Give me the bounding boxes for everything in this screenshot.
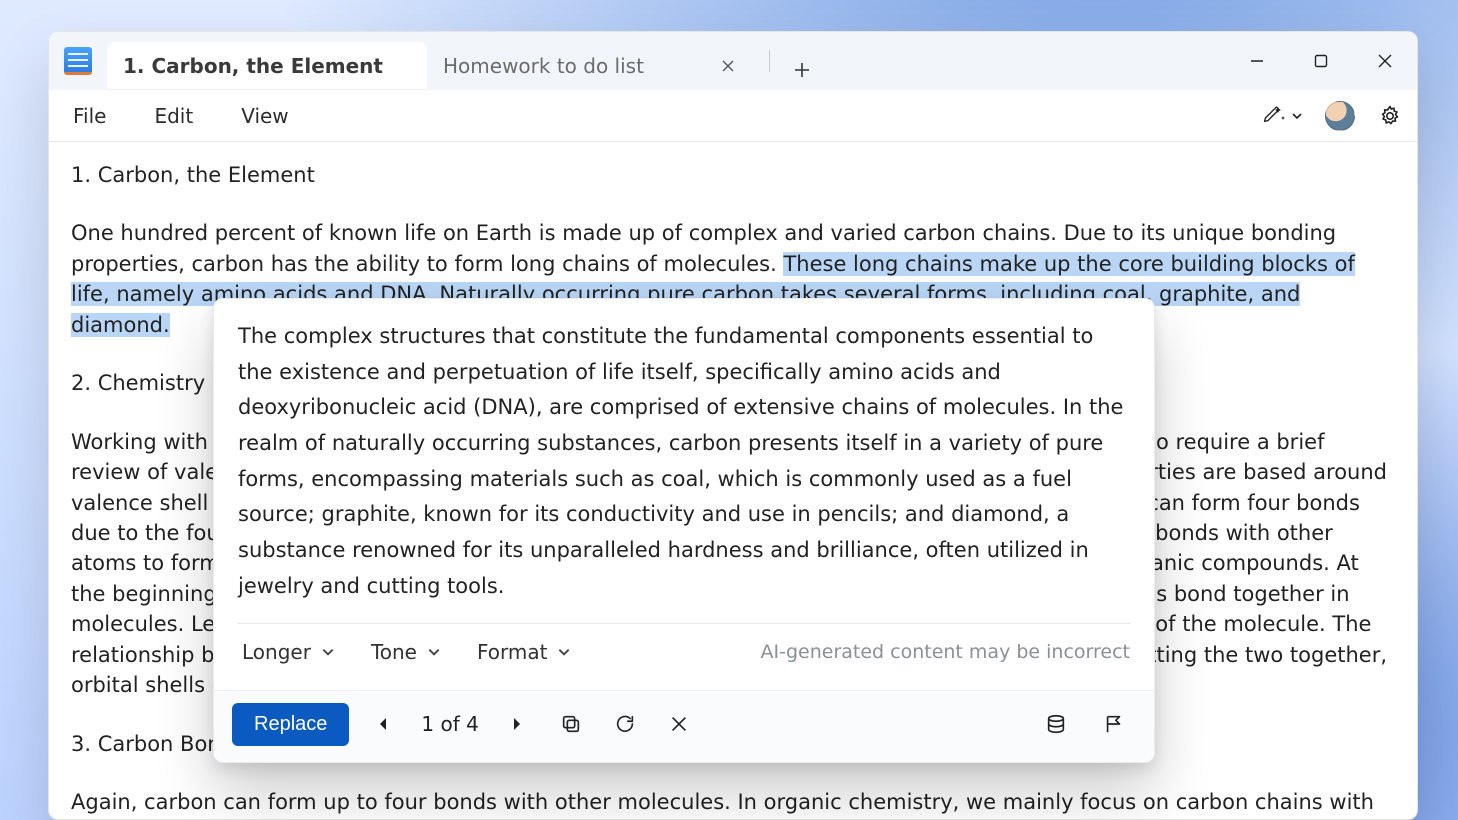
doc-para-3: Again, carbon can form up to four bonds … bbox=[71, 787, 1395, 819]
ai-option-length[interactable]: Longer bbox=[238, 636, 339, 668]
tab-strip: 1. Carbon, the Element Homework to do li… bbox=[107, 32, 822, 90]
ai-disclaimer: AI-generated content may be incorrect bbox=[761, 641, 1131, 663]
menubar: File Edit View bbox=[49, 90, 1417, 142]
tab-active[interactable]: 1. Carbon, the Element bbox=[107, 42, 427, 90]
ai-option-length-label: Longer bbox=[242, 640, 311, 664]
menu-file[interactable]: File bbox=[63, 98, 116, 134]
doc-heading-1: 1. Carbon, the Element bbox=[71, 160, 1395, 190]
tab-active-title: 1. Carbon, the Element bbox=[123, 54, 383, 78]
prev-suggestion-button[interactable] bbox=[363, 704, 403, 744]
maximize-button[interactable] bbox=[1289, 32, 1353, 90]
ai-actions-row: Replace 1 of 4 bbox=[214, 690, 1154, 762]
tab-inactive[interactable]: Homework to do list bbox=[427, 42, 757, 90]
ai-popup-body: The complex structures that constitute t… bbox=[214, 299, 1154, 690]
tab-divider bbox=[769, 50, 770, 72]
chevron-down-icon bbox=[557, 645, 571, 659]
notepad-icon bbox=[64, 47, 92, 75]
discard-button[interactable] bbox=[659, 704, 699, 744]
ai-option-format[interactable]: Format bbox=[473, 636, 575, 668]
app-icon-wrap bbox=[49, 32, 107, 90]
ai-option-tone[interactable]: Tone bbox=[367, 636, 445, 668]
tab-inactive-title: Homework to do list bbox=[443, 54, 644, 78]
suggestion-pager: 1 of 4 bbox=[417, 712, 482, 736]
ai-actions-right bbox=[1036, 704, 1134, 744]
next-suggestion-button[interactable] bbox=[497, 704, 537, 744]
chevron-down-icon bbox=[427, 645, 441, 659]
close-icon[interactable] bbox=[717, 55, 739, 77]
avatar[interactable] bbox=[1325, 101, 1355, 131]
menu-view[interactable]: View bbox=[231, 98, 298, 134]
chevron-down-icon bbox=[321, 645, 335, 659]
ai-separator bbox=[238, 623, 1130, 624]
new-tab-button[interactable] bbox=[782, 50, 822, 90]
history-button[interactable] bbox=[1036, 704, 1076, 744]
titlebar: 1. Carbon, the Element Homework to do li… bbox=[49, 32, 1417, 90]
chevron-down-icon bbox=[1291, 110, 1303, 122]
minimize-button[interactable] bbox=[1225, 32, 1289, 90]
window-controls bbox=[1225, 32, 1417, 90]
replace-button[interactable]: Replace bbox=[232, 703, 349, 746]
ai-options-row: Longer Tone Format AI-generated content … bbox=[238, 636, 1130, 682]
regenerate-button[interactable] bbox=[605, 704, 645, 744]
window-close-button[interactable] bbox=[1353, 32, 1417, 90]
settings-button[interactable] bbox=[1373, 99, 1407, 133]
report-button[interactable] bbox=[1094, 704, 1134, 744]
menubar-right bbox=[1259, 99, 1407, 133]
ai-option-format-label: Format bbox=[477, 640, 547, 664]
ai-rewrite-popup: The complex structures that constitute t… bbox=[213, 298, 1155, 763]
ai-suggestion-text: The complex structures that constitute t… bbox=[238, 319, 1130, 605]
ai-option-tone-label: Tone bbox=[371, 640, 417, 664]
copy-button[interactable] bbox=[551, 704, 591, 744]
ai-rewrite-button[interactable] bbox=[1259, 99, 1307, 133]
menu-edit[interactable]: Edit bbox=[144, 98, 203, 134]
